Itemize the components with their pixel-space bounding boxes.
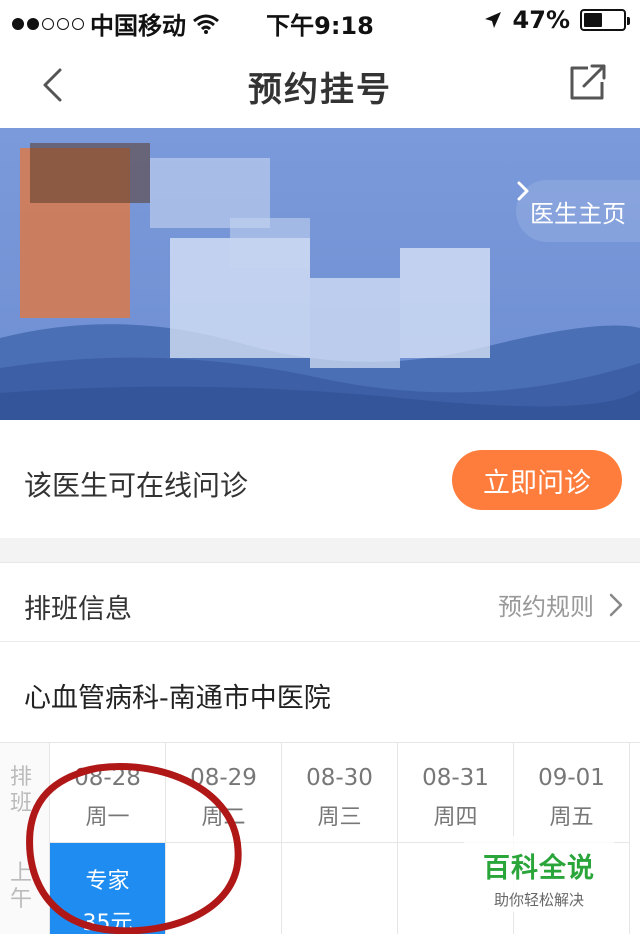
day-header: 08-30 周三 [282,743,397,843]
day-weekday: 周二 [201,805,246,830]
slot-type: 专家 [85,869,130,894]
status-right: 47% [483,6,630,34]
day-date: 08-29 [190,765,257,791]
day-weekday: 周四 [433,805,478,830]
day-header: 08-29 周二 [166,743,281,843]
watermark-subtitle: 助你轻松解决 [493,891,584,909]
battery-percent: 47% [512,6,570,34]
day-header: 08-28 周一 [50,743,165,843]
day-weekday: 周三 [317,805,362,830]
schedule-row-header: 排班 [10,765,33,816]
doctor-banner: 医生主页 [0,128,640,420]
empty-slot [166,843,281,934]
morning-row-label: 上午 [10,861,33,912]
slot-price: 35元 [82,911,133,934]
schedule-title: 排班信息 [24,594,132,625]
day-weekday: 周五 [549,805,594,830]
day-date: 08-31 [422,765,489,791]
empty-slot [282,843,397,934]
nav-bar: 预约挂号 [0,40,640,128]
share-icon[interactable] [562,58,612,108]
department-row: 心血管病科-南通市中医院 [0,642,640,742]
battery-icon [580,9,630,31]
consult-now-button[interactable]: 立即问诊 [452,450,622,510]
schedule-header: 排班信息 预约规则 [0,562,640,642]
banner-background [0,128,640,420]
battery-fill [584,13,602,27]
day-weekday: 周一 [85,805,130,830]
day-date: 08-30 [306,765,373,791]
booking-rules-label: 预约规则 [498,593,594,621]
available-slot[interactable]: 专家 35元 [50,843,165,934]
online-consult-text: 该医生可在线问诊 [24,469,249,502]
booking-rules-link[interactable]: 预约规则 [498,587,624,622]
location-arrow-icon [484,12,501,28]
table-row-labels: 排班 上午 [0,743,50,934]
chevron-right-icon [517,181,529,201]
day-date: 08-28 [74,765,141,791]
online-consult-row: 该医生可在线问诊 立即问诊 [0,420,640,538]
doctor-home-link[interactable]: 医生主页 [516,180,640,242]
doctor-home-label: 医生主页 [530,199,626,228]
day-date: 09-01 [538,765,605,791]
status-bar: 中国移动 下午9:18 47% [0,0,640,40]
watermark-title: 百科全说 [483,853,595,884]
chevron-right-icon [609,593,623,616]
watermark-logo: 百科全说 助你轻松解决 [464,836,614,912]
day-header: 09-01 周五 [514,743,629,843]
day-column: 08-29 周二 [166,743,282,934]
department-name: 心血管病科-南通市中医院 [24,683,331,714]
day-column: 08-28 周一 专家 35元 [50,743,166,934]
day-column-partial [630,743,640,934]
page-title: 预约挂号 [248,70,392,110]
day-column: 08-30 周三 [282,743,398,934]
day-header: 08-31 周四 [398,743,513,843]
